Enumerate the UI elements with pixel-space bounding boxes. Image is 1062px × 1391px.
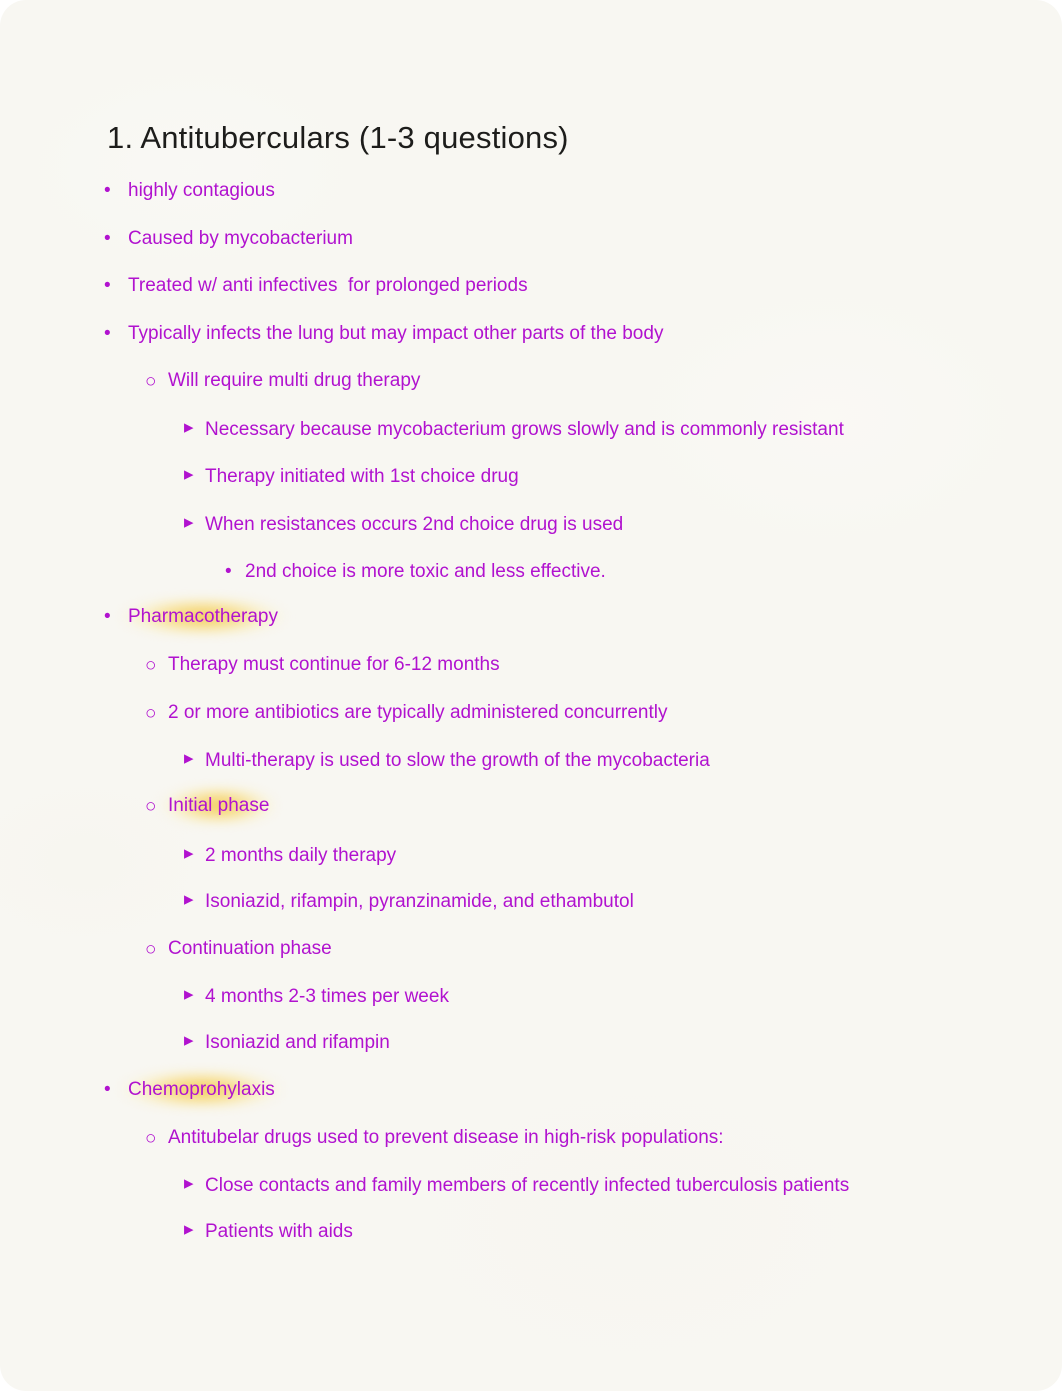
outline-item[interactable]: ▸ Necessary because mycobacterium grows s…	[0, 417, 844, 443]
outline-item[interactable]: ○ 2 or more antibiotics are typically adm…	[0, 700, 668, 726]
note-page: 1. Antituberculars (1-3 questions) • high…	[0, 0, 1062, 1391]
outline-item[interactable]: ▸ Multi-therapy is used to slow the growt…	[0, 748, 710, 774]
outline-item[interactable]: ▸ Patients with aids	[0, 1219, 353, 1245]
bullet-triangle-icon: ▸	[184, 748, 194, 769]
outline-item-text: Typically infects the lung but may impac…	[128, 323, 664, 344]
highlighted-text: Pharmacotherapy	[128, 604, 278, 630]
highlighted-text: Chemoprohylaxis	[128, 1077, 275, 1103]
bullet-triangle-icon: ▸	[184, 984, 194, 1005]
bullet-disc-icon: •	[104, 228, 111, 249]
outline-item-text: 2nd choice is more toxic and less effect…	[245, 561, 606, 582]
outline-item-text: Therapy initiated with 1st choice drug	[205, 466, 519, 487]
outline-item[interactable]: ▸ 2 months daily therapy	[0, 843, 396, 869]
outline-item[interactable]: ○ Initial phase	[0, 793, 269, 819]
outline-item-text: 2 months daily therapy	[205, 845, 397, 866]
bullet-triangle-icon: ▸	[184, 1030, 194, 1051]
outline-item[interactable]: ▸ Isoniazid and rifampin	[0, 1030, 390, 1056]
outline-item-text: Caused by mycobacterium	[128, 228, 353, 249]
outline-item[interactable]: • highly contagious	[0, 178, 275, 204]
bullet-circle-icon: ○	[145, 703, 157, 724]
outline-item-text: Therapy must continue for 6-12 months	[168, 654, 500, 675]
bullet-circle-icon: ○	[145, 939, 157, 960]
bullet-circle-icon: ○	[145, 371, 157, 392]
highlighted-text: Initial phase	[168, 793, 269, 819]
outline-item[interactable]: ○ Will require multi drug therapy	[0, 368, 420, 394]
bullet-circle-icon: ○	[145, 655, 157, 676]
bullet-disc-icon: •	[225, 561, 232, 582]
outline-item[interactable]: ○ Therapy must continue for 6-12 months	[0, 652, 500, 678]
bullet-triangle-icon: ▸	[184, 464, 194, 485]
outline-item[interactable]: • Treated w/ anti infectives for prolonge…	[0, 273, 528, 299]
outline-item-text: Multi-therapy is used to slow the growth…	[205, 750, 710, 771]
page-title: 1. Antituberculars (1-3 questions)	[107, 120, 569, 155]
bullet-disc-icon: •	[104, 606, 111, 627]
outline-item[interactable]: • Chemoprohylaxis	[0, 1077, 275, 1103]
bullet-triangle-icon: ▸	[184, 512, 194, 533]
outline-item-text: Treated w/ anti infectives for prolonged…	[128, 275, 528, 296]
outline-item[interactable]: ○ Antitubelar drugs used to prevent disea…	[0, 1125, 724, 1151]
bullet-circle-icon: ○	[145, 1128, 157, 1149]
bullet-triangle-icon: ▸	[184, 1173, 194, 1194]
bullet-triangle-icon: ▸	[184, 889, 194, 910]
outline-item-text: 4 months 2-3 times per week	[205, 986, 449, 1007]
outline-item[interactable]: • Pharmacotherapy	[0, 604, 278, 630]
outline-item[interactable]: ▸ Close contacts and family members of re…	[0, 1173, 849, 1199]
outline-item-text: Isoniazid and rifampin	[205, 1032, 390, 1053]
outline-item[interactable]: ▸ Isoniazid, rifampin, pyranzinamide, and…	[0, 889, 634, 915]
outline-item[interactable]: • Caused by mycobacterium	[0, 226, 353, 252]
outline-item-text: Patients with aids	[205, 1221, 353, 1242]
outline-item-text: Will require	[168, 370, 269, 391]
outline-item-text: Continuation phase	[168, 938, 332, 959]
bullet-triangle-icon: ▸	[184, 1219, 194, 1240]
bullet-triangle-icon: ▸	[184, 843, 194, 864]
outline-item[interactable]: • Typically infects the lung but may impa…	[0, 321, 663, 347]
outline-item-text: 2 or more antibiotics are typically admi…	[168, 702, 668, 723]
bullet-triangle-icon: ▸	[184, 417, 194, 438]
bullet-disc-icon: •	[104, 180, 111, 201]
outline-item[interactable]: ○ Continuation phase	[0, 936, 332, 962]
outline-item-text: Necessary because mycobacterium grows sl…	[205, 419, 844, 440]
bullet-disc-icon: •	[104, 323, 111, 344]
outline-item-text: Isoniazid, rifampin, pyranzinamide, and …	[205, 891, 634, 912]
outline-item[interactable]: • 2nd choice is more toxic and less effec…	[0, 559, 606, 585]
outline-item[interactable]: ▸ 4 months 2-3 times per week	[0, 984, 449, 1010]
outline-item-text: Close contacts and family members of rec…	[205, 1175, 850, 1196]
bullet-disc-icon: •	[104, 1079, 111, 1100]
outline-item[interactable]: ▸ Therapy initiated with 1st choice drug	[0, 464, 519, 490]
outline-item-text: highly contagious	[128, 180, 275, 201]
outline-item-text: When resistances occurs 2nd choice drug …	[205, 514, 624, 535]
bullet-circle-icon: ○	[145, 796, 157, 817]
outline-item-text: Antitubelar drugs used to prevent diseas…	[168, 1127, 724, 1148]
highlighted-text: multi drug therapy	[268, 370, 421, 391]
bullet-disc-icon: •	[104, 275, 111, 296]
outline-item[interactable]: ▸ When resistances occurs 2nd choice drug…	[0, 512, 623, 538]
